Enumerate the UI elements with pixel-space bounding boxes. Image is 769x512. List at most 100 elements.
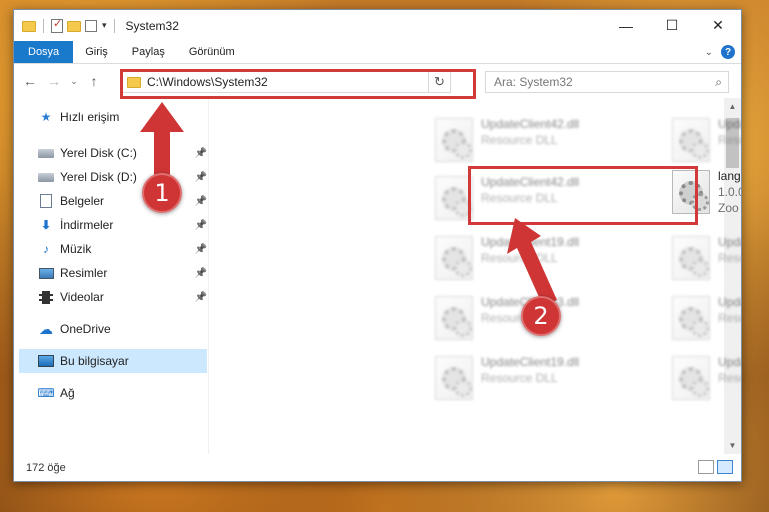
file-name: UpdateClient19.dll [481, 235, 580, 249]
file-detail: Resource DLL [718, 133, 741, 147]
sidebar-item-label: Yerel Disk (D:) [60, 170, 137, 184]
sidebar-item[interactable]: Bu bilgisayar [19, 349, 207, 373]
tab-share[interactable]: Paylaş [120, 41, 177, 63]
pictures-icon [38, 266, 54, 280]
folder-icon [22, 19, 36, 33]
download-icon: ⬇ [40, 218, 52, 232]
step-2-badge: 2 [521, 296, 561, 336]
file-detail: 1.0.0.0 [718, 185, 741, 199]
sidebar-item-label: Resimler [60, 266, 108, 280]
explorer-window: ▾ System32 — ☐ ✕ Dosya Giriş Paylaş Görü… [13, 9, 742, 482]
file-detail: Resource DLL [718, 371, 741, 385]
file-item[interactable]: UpdateClient42.dll Resource DLL [429, 112, 649, 168]
disk-icon [38, 170, 54, 184]
file-name: lang016.dll [718, 169, 741, 183]
dll-file-icon [435, 236, 473, 280]
refresh-button[interactable]: ↻ [428, 72, 450, 92]
pin-icon: 📌 [194, 219, 207, 231]
sidebar-item[interactable]: ⬇ İndirmeler 📌 [14, 213, 209, 237]
customize-toolbar-icon[interactable]: ▾ [102, 20, 107, 31]
file-name: UpdateClient42.dll [481, 117, 580, 131]
ribbon-right-controls: ⌄ ? [705, 45, 735, 59]
file-name: UpdateClient21.dll [718, 355, 741, 369]
expand-ribbon-icon[interactable]: ⌄ [705, 47, 713, 58]
file-detail: Resource DLL [718, 251, 741, 265]
view-options-icon[interactable] [85, 19, 97, 32]
file-item[interactable]: UpdateClient19.dll Resource DLL [666, 230, 741, 286]
file-description: Zoo Tycoon Localiza... [718, 201, 741, 215]
recent-locations-button[interactable]: ⌄ [68, 71, 80, 91]
properties-icon[interactable] [51, 17, 63, 33]
search-input[interactable]: Ara: System32 ⌕ [485, 71, 729, 93]
sidebar-item[interactable]: Videolar 📌 [14, 285, 209, 309]
title-bar: ▾ System32 — ☐ ✕ [14, 10, 741, 41]
computer-icon [38, 354, 54, 368]
dll-file-icon [435, 296, 473, 340]
file-item[interactable]: UpdateClient5.dll Resource DLL [666, 112, 741, 168]
step-1-badge: 1 [142, 173, 182, 213]
file-item[interactable]: UpdateClient42.dll Resource DLL [429, 170, 649, 226]
file-item[interactable]: lang016.dll 1.0.0.0 Zoo Tycoon Localiza... [666, 164, 741, 220]
sidebar-item-label: İndirmeler [60, 218, 114, 232]
back-button[interactable]: ← [20, 71, 40, 91]
sidebar-item-label: Bu bilgisayar [60, 354, 129, 368]
sidebar-item[interactable]: ⌨ Ağ [14, 381, 209, 405]
sidebar-item[interactable]: ♪ Müzik 📌 [14, 237, 209, 261]
sidebar-item-label: Yerel Disk (C:) [60, 146, 137, 160]
up-button[interactable]: ↑ [84, 71, 104, 91]
ribbon-tabs: Dosya Giriş Paylaş Görünüm ⌄ ? [14, 41, 741, 64]
help-icon[interactable]: ? [721, 45, 735, 59]
document-icon [38, 194, 54, 208]
sidebar-item-label: Ağ [60, 386, 75, 400]
window-controls: — ☐ ✕ [603, 10, 741, 41]
sidebar-item[interactable]: ★ Hızlı erişim [14, 105, 209, 129]
pin-icon: 📌 [194, 147, 207, 159]
details-view-icon[interactable] [698, 460, 714, 474]
file-name: UpdateClient5.dll [718, 117, 741, 131]
file-detail: Resource DLL [481, 251, 558, 265]
sidebar-item-label: Belgeler [60, 194, 105, 208]
dll-file-icon [672, 296, 710, 340]
maximize-button[interactable]: ☐ [649, 10, 695, 41]
file-name: UpdateClient63.dll [718, 295, 741, 309]
pin-icon: 📌 [194, 243, 207, 255]
file-item[interactable]: UpdateClient19.dll Resource DLL [429, 350, 649, 406]
file-detail: Resource DLL [481, 191, 558, 205]
search-icon: ⌕ [715, 75, 722, 89]
dll-file-icon [672, 118, 710, 162]
sidebar-item[interactable]: ☁ OneDrive [14, 317, 209, 341]
view-buttons [698, 460, 733, 474]
file-item[interactable]: UpdateClient21.dll Resource DLL [666, 350, 741, 406]
file-detail: Resource DLL [481, 371, 558, 385]
forward-button[interactable]: → [44, 71, 64, 91]
tab-view[interactable]: Görünüm [177, 41, 247, 63]
tiles-view-icon[interactable] [717, 460, 733, 474]
sidebar-item-label: Hızlı erişim [60, 110, 120, 124]
dll-file-icon [435, 176, 473, 220]
star-icon: ★ [40, 110, 52, 124]
new-folder-icon[interactable] [67, 19, 81, 33]
dll-file-icon [672, 356, 710, 400]
scroll-down-arrow-icon[interactable]: ▼ [724, 437, 741, 454]
video-icon [38, 290, 54, 304]
pin-icon: 📌 [194, 171, 207, 183]
tab-home[interactable]: Giriş [73, 41, 120, 63]
close-button[interactable]: ✕ [695, 10, 741, 41]
address-bar[interactable]: C:\Windows\System32 ↻ [121, 71, 451, 93]
search-placeholder: Ara: System32 [494, 75, 573, 89]
network-icon: ⌨ [37, 386, 55, 400]
file-item[interactable]: UpdateClient63.dll Resource DLL [666, 290, 741, 346]
sidebar-item[interactable]: Yerel Disk (C:) 📌 [14, 141, 209, 165]
sidebar-item[interactable]: Resimler 📌 [14, 261, 209, 285]
dll-file-icon [435, 356, 473, 400]
cloud-icon: ☁ [39, 320, 53, 337]
file-name: UpdateClient42.dll [481, 175, 580, 189]
sidebar-item-label: Videolar [60, 290, 104, 304]
dll-file-icon [435, 118, 473, 162]
address-text[interactable]: C:\Windows\System32 [147, 75, 428, 89]
divider [43, 18, 44, 33]
minimize-button[interactable]: — [603, 10, 649, 41]
file-item[interactable]: UpdateClient19.dll Resource DLL [429, 230, 649, 286]
tab-file[interactable]: Dosya [14, 41, 74, 63]
navigation-pane: ★ Hızlı erişim Yerel Disk (C:) 📌 Yerel Disk … [14, 98, 209, 454]
